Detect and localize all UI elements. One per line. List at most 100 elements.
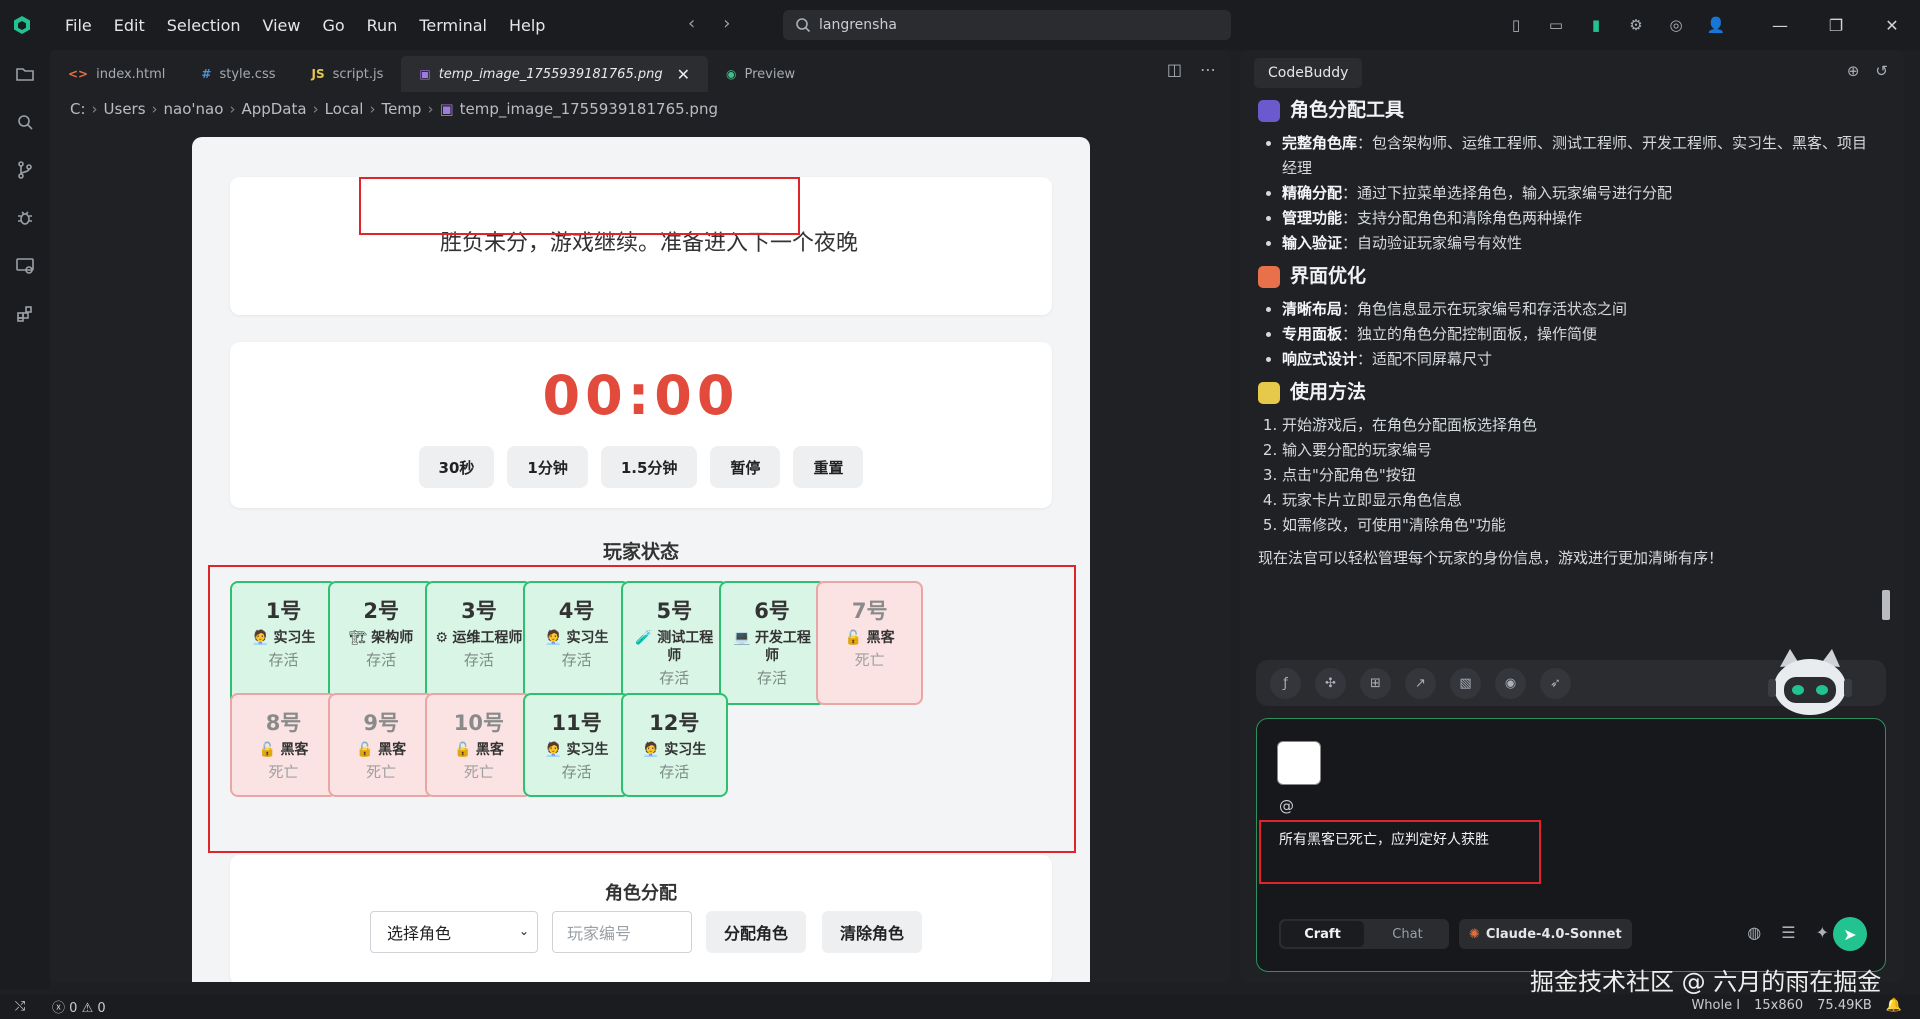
debug-icon[interactable]	[0, 194, 50, 242]
account-icon[interactable]: 👤	[1696, 0, 1736, 50]
player-card[interactable]: 12号🧑‍💼 实习生存活	[621, 693, 728, 797]
player-number: 1号	[232, 595, 335, 625]
panel-actions: ⊕ ↺	[1847, 62, 1888, 80]
timer-reset-button[interactable]: 重置	[793, 446, 863, 488]
player-number: 3号	[427, 595, 530, 625]
problems-indicator[interactable]: ⓧ 0 ⚠ 0	[52, 997, 106, 1016]
player-number-input[interactable]: 玩家编号	[552, 911, 692, 953]
chevron-right-icon: ›	[369, 100, 375, 118]
back-arrow-icon[interactable]: ‹	[688, 13, 695, 34]
clear-role-button[interactable]: 清除角色	[822, 911, 922, 953]
scrollbar-thumb[interactable]	[1882, 590, 1890, 620]
tab-index-html[interactable]: <>index.html	[50, 56, 183, 92]
figma-icon[interactable]: ƒ	[1270, 668, 1301, 699]
toggle-panel-icon[interactable]: ▭	[1536, 0, 1576, 50]
status-item[interactable]: 75.49KB	[1817, 998, 1872, 1013]
player-card[interactable]: 1号🧑‍💼 实习生存活	[230, 581, 337, 705]
status-item[interactable]: Whole I	[1691, 998, 1740, 1013]
menu-help[interactable]: Help	[498, 16, 556, 35]
feature-list: 完整角色库：包含架构师、运维工程师、测试工程师、开发工程师、实习生、黑客、项目经…	[1282, 131, 1878, 256]
tab-style-css[interactable]: #style.css	[183, 56, 293, 92]
status-item[interactable]: 15x860	[1754, 998, 1803, 1013]
player-card[interactable]: 3号⚙ 运维工程师存活	[425, 581, 532, 705]
tab-script-js[interactable]: JSscript.js	[293, 56, 401, 92]
bell-icon[interactable]: 🔔	[1886, 998, 1902, 1013]
sparkle-icon[interactable]: ✦	[1816, 923, 1829, 942]
components-icon[interactable]: ⊞	[1360, 668, 1391, 699]
history-icon[interactable]: ↺	[1875, 62, 1888, 80]
breadcrumb-item[interactable]: Local	[325, 100, 364, 118]
menu-view[interactable]: View	[252, 16, 312, 35]
breadcrumb-item[interactable]: Temp	[381, 100, 421, 118]
remote-explorer-icon[interactable]	[0, 242, 50, 290]
gear-icon[interactable]: ⚙	[1616, 0, 1656, 50]
timer-1min-button[interactable]: 1分钟	[507, 446, 587, 488]
menu-go[interactable]: Go	[311, 16, 355, 35]
timer-1-5min-button[interactable]: 1.5分钟	[601, 446, 698, 488]
mention-at[interactable]: @	[1279, 797, 1294, 815]
split-editor-icon[interactable]: ◫	[1167, 60, 1182, 79]
forward-arrow-icon[interactable]: ›	[723, 13, 730, 34]
more-actions-icon[interactable]: ⋯	[1200, 60, 1216, 79]
player-card[interactable]: 5号🧪 测试工程师存活	[621, 581, 728, 705]
command-search[interactable]: langrensha	[783, 10, 1231, 40]
player-card[interactable]: 4号🧑‍💼 实习生存活	[523, 581, 630, 705]
role-assign-card: 角色分配 选择角色⌄ 玩家编号 分配角色 清除角色	[230, 855, 1052, 982]
menu-run[interactable]: Run	[356, 16, 409, 35]
search-view-icon[interactable]	[0, 98, 50, 146]
player-card[interactable]: 10号🔓 黑客死亡	[425, 693, 532, 797]
source-control-icon[interactable]	[0, 146, 50, 194]
mode-craft[interactable]: Craft	[1281, 921, 1364, 947]
remote-icon[interactable]: ⤭	[0, 994, 40, 1019]
mcp-icon[interactable]: ✣	[1315, 668, 1346, 699]
palette-tool-icon[interactable]: ◍	[1747, 923, 1761, 942]
breadcrumb-item[interactable]: temp_image_1755939181765.png	[460, 100, 718, 118]
player-card[interactable]: 9号🔓 黑客死亡	[328, 693, 435, 797]
breadcrumb-item[interactable]: C:	[70, 100, 86, 118]
attached-image-thumbnail[interactable]	[1277, 741, 1321, 785]
extensions-icon[interactable]	[0, 290, 50, 338]
menu-terminal[interactable]: Terminal	[408, 16, 498, 35]
player-card[interactable]: 11号🧑‍💼 实习生存活	[523, 693, 630, 797]
timer-pause-button[interactable]: 暂停	[710, 446, 780, 488]
close-window-icon[interactable]: ✕	[1864, 0, 1920, 50]
tab-temp-image[interactable]: ▣temp_image_1755939181765.png✕	[401, 56, 708, 92]
restore-icon[interactable]: ❐	[1808, 0, 1864, 50]
close-tab-icon[interactable]: ✕	[677, 65, 690, 84]
list-item: 玩家卡片立即显示角色信息	[1282, 488, 1878, 513]
menu-file[interactable]: File	[54, 16, 103, 35]
chevron-right-icon: ›	[92, 100, 98, 118]
extension-icon[interactable]: ◎	[1656, 0, 1696, 50]
send-button[interactable]: ➤	[1833, 917, 1867, 951]
toggle-sidebar-icon[interactable]: ▯	[1496, 0, 1536, 50]
explorer-icon[interactable]	[0, 50, 50, 98]
assign-role-button[interactable]: 分配角色	[706, 911, 806, 953]
role-select[interactable]: 选择角色⌄	[370, 911, 538, 953]
breadcrumb-item[interactable]: nao'nao	[164, 100, 224, 118]
minimize-icon[interactable]: —	[1752, 0, 1808, 50]
list-item: 响应式设计：适配不同屏幕尺寸	[1282, 347, 1878, 372]
player-role: 🧑‍💼 实习生	[525, 741, 628, 759]
item-bold: 完整角色库	[1282, 134, 1357, 152]
checklist-icon[interactable]: ☰	[1781, 923, 1795, 942]
toggle-secondary-sidebar-icon[interactable]: ▮	[1576, 0, 1616, 50]
timer-30s-button[interactable]: 30秒	[419, 446, 495, 488]
mode-chat[interactable]: Chat	[1366, 919, 1449, 949]
tab-preview[interactable]: ◉Preview	[708, 56, 813, 92]
player-card[interactable]: 6号💻 开发工程师存活	[719, 581, 826, 705]
breadcrumb-item[interactable]: Users	[104, 100, 146, 118]
menu-selection[interactable]: Selection	[156, 16, 252, 35]
rocket-icon[interactable]: ➶	[1540, 668, 1571, 699]
deploy-icon[interactable]: ↗	[1405, 668, 1436, 699]
menu-edit[interactable]: Edit	[103, 16, 156, 35]
player-card[interactable]: 8号🔓 黑客死亡	[230, 693, 337, 797]
new-chat-icon[interactable]: ⊕	[1847, 62, 1860, 80]
tab-label: script.js	[333, 67, 384, 82]
player-card[interactable]: 2号🏗 架构师存活	[328, 581, 435, 705]
eye-icon[interactable]: ◉	[1495, 668, 1526, 699]
breadcrumb-item[interactable]: AppData	[241, 100, 306, 118]
player-card[interactable]: 7号🔓 黑客死亡	[816, 581, 923, 705]
image-icon[interactable]: ▧	[1450, 668, 1481, 699]
model-selector[interactable]: ✺Claude-4.0-Sonnet	[1459, 919, 1632, 949]
nav-arrows: ‹ ›	[688, 13, 730, 34]
